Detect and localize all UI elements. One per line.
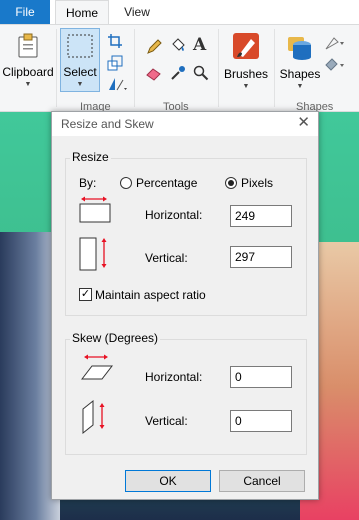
fill-bucket-icon[interactable] bbox=[170, 37, 186, 53]
close-icon[interactable]: ✕ bbox=[297, 115, 310, 131]
skew-vertical-label: Vertical: bbox=[145, 414, 188, 428]
cancel-button[interactable]: Cancel bbox=[219, 470, 305, 492]
resize-vertical-icon bbox=[79, 237, 107, 271]
group-divider bbox=[56, 29, 57, 107]
group-divider bbox=[134, 29, 135, 107]
shapes-button[interactable]: Shapes ▼ bbox=[278, 29, 322, 91]
clipboard-label: Clipboard bbox=[2, 65, 54, 79]
chevron-down-icon: ▼ bbox=[242, 83, 250, 90]
brush-icon bbox=[233, 33, 259, 59]
magnifier-icon[interactable] bbox=[193, 65, 209, 81]
maintain-aspect-ratio-label[interactable]: Maintain aspect ratio bbox=[95, 288, 206, 302]
ribbon-tab-bar: File Home View bbox=[0, 0, 359, 24]
resize-legend: Resize bbox=[70, 150, 111, 164]
select-button[interactable]: Select ▼ bbox=[60, 28, 100, 92]
percentage-radio[interactable] bbox=[120, 177, 132, 189]
tab-file[interactable]: File bbox=[0, 0, 50, 24]
chevron-down-icon: ▼ bbox=[24, 81, 32, 88]
skew-legend: Skew (Degrees) bbox=[70, 331, 161, 345]
skew-horizontal-label: Horizontal: bbox=[145, 370, 203, 384]
text-tool-icon[interactable]: A bbox=[193, 35, 206, 55]
clipboard-button[interactable]: Clipboard ▼ bbox=[2, 29, 54, 89]
resize-horizontal-input[interactable]: 249 bbox=[230, 205, 292, 227]
tab-view[interactable]: View bbox=[112, 0, 162, 24]
color-picker-icon[interactable] bbox=[170, 65, 186, 81]
skew-horizontal-icon bbox=[80, 354, 114, 380]
group-divider bbox=[218, 29, 219, 107]
by-label: By: bbox=[79, 176, 97, 190]
eraser-icon[interactable] bbox=[146, 65, 162, 81]
resize-horizontal-label: Horizontal: bbox=[145, 208, 203, 222]
shapes-label: Shapes bbox=[279, 67, 321, 81]
shapes-icon bbox=[288, 37, 311, 60]
resize-icon[interactable] bbox=[107, 55, 123, 71]
fill-icon[interactable] bbox=[324, 57, 346, 73]
resize-horizontal-icon bbox=[79, 196, 111, 223]
group-divider bbox=[274, 29, 275, 107]
clipboard-icon bbox=[18, 33, 38, 58]
select-label: Select bbox=[63, 65, 97, 79]
skew-vertical-input[interactable]: 0 bbox=[230, 410, 292, 432]
skew-vertical-icon bbox=[82, 399, 105, 435]
dialog-title: Resize and Skew bbox=[61, 117, 154, 131]
pixels-label[interactable]: Pixels bbox=[241, 176, 273, 190]
brushes-button[interactable]: Brushes ▼ bbox=[222, 29, 270, 91]
crop-icon[interactable] bbox=[107, 33, 123, 49]
skew-horizontal-input[interactable]: 0 bbox=[230, 366, 292, 388]
maintain-aspect-ratio-checkbox[interactable]: ✓ bbox=[79, 288, 92, 301]
rotate-icon[interactable] bbox=[107, 76, 129, 92]
pixels-radio[interactable] bbox=[225, 177, 237, 189]
resize-vertical-input[interactable]: 297 bbox=[230, 246, 292, 268]
tab-home[interactable]: Home bbox=[55, 0, 109, 24]
dialog-title-bar[interactable]: Resize and Skew ✕ bbox=[52, 112, 318, 136]
ok-button[interactable]: OK bbox=[125, 470, 211, 492]
selection-icon bbox=[67, 34, 93, 58]
resize-vertical-label: Vertical: bbox=[145, 251, 188, 265]
resize-and-skew-dialog: Resize and Skew ✕ Resize By: Percentage … bbox=[51, 111, 319, 500]
pencil-icon[interactable] bbox=[146, 39, 162, 55]
ribbon: Clipboard ▼ Select ▼ Image A Tools Brush… bbox=[0, 24, 359, 113]
percentage-label[interactable]: Percentage bbox=[136, 176, 197, 190]
brushes-label: Brushes bbox=[223, 67, 269, 81]
outline-icon[interactable] bbox=[324, 35, 346, 51]
chevron-down-icon: ▼ bbox=[296, 83, 304, 90]
chevron-down-icon: ▼ bbox=[76, 81, 84, 88]
